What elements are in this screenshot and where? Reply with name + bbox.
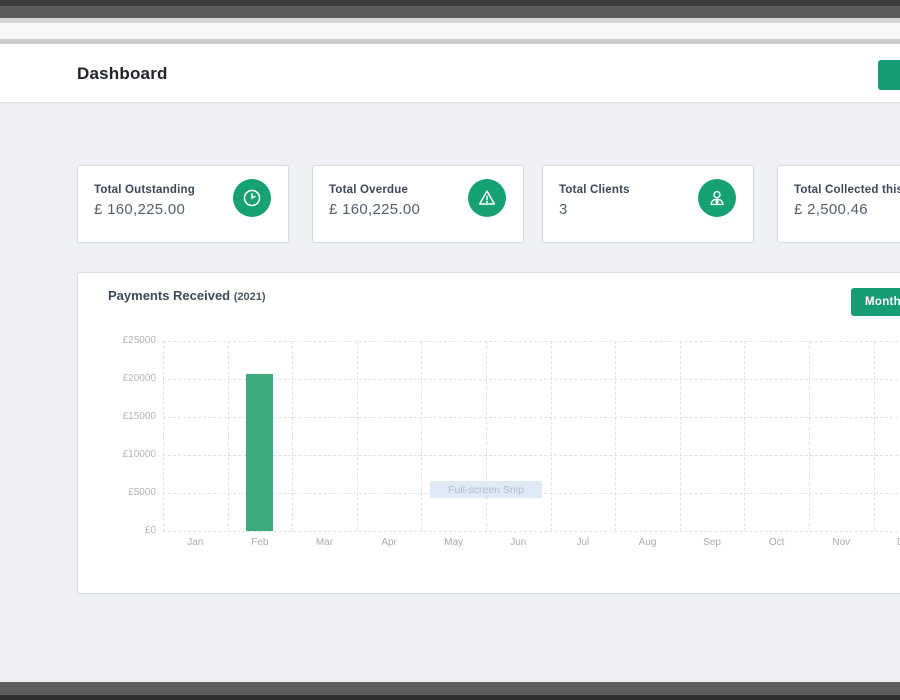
x-axis-month-label: Aug <box>618 537 678 548</box>
chart-subtitle: (2021) <box>234 291 266 303</box>
stat-card-total-clients: Total Clients 3 <box>542 165 754 243</box>
x-gridline <box>486 341 487 531</box>
x-axis-month-label: Apr <box>359 537 419 548</box>
x-axis-month-label: Jul <box>553 537 613 548</box>
x-gridline <box>292 341 293 531</box>
y-gridline <box>163 341 900 342</box>
y-gridline <box>163 531 900 532</box>
bar-feb[interactable] <box>246 374 273 531</box>
y-axis-tick-label: £10000 <box>104 449 156 460</box>
x-gridline <box>421 341 422 531</box>
x-axis-month-label: Nov <box>811 537 871 548</box>
x-gridline <box>615 341 616 531</box>
x-axis-month-label: Dec <box>876 537 900 548</box>
clock-icon <box>233 179 271 217</box>
chart-title-text: Payments Received <box>108 288 230 303</box>
period-monthly-button[interactable]: Monthly <box>851 288 900 316</box>
y-axis-tick-label: £20000 <box>104 373 156 384</box>
browser-toolbar <box>0 23 900 39</box>
taskbar <box>0 682 900 695</box>
stat-title: Total Outstanding <box>94 184 195 196</box>
x-gridline <box>228 341 229 531</box>
y-axis-tick-label: £5000 <box>104 487 156 498</box>
x-axis-month-label: Jun <box>488 537 548 548</box>
x-gridline <box>357 341 358 531</box>
x-axis-month-label: Sep <box>682 537 742 548</box>
x-gridline <box>809 341 810 531</box>
y-axis-tick-label: £15000 <box>104 411 156 422</box>
stat-title: Total Overdue <box>329 184 408 196</box>
x-gridline <box>551 341 552 531</box>
x-axis-month-label: May <box>424 537 484 548</box>
window-bottom-edge <box>0 695 900 700</box>
x-gridline <box>680 341 681 531</box>
header-action-button[interactable] <box>878 60 900 90</box>
warning-triangle-icon <box>468 179 506 217</box>
x-axis-month-label: Jan <box>165 537 225 548</box>
stat-card-total-outstanding: Total Outstanding £ 160,225.00 <box>77 165 289 243</box>
chart-title: Payments Received (2021) <box>108 288 266 303</box>
stat-value: £ 160,225.00 <box>329 201 420 218</box>
page-title: Dashboard <box>77 64 168 84</box>
y-axis-tick-label: £25000 <box>104 335 156 346</box>
page-header: Dashboard <box>0 44 900 103</box>
payments-chart-card: Payments Received (2021) Monthly £0£5000… <box>77 272 900 594</box>
client-person-icon <box>698 179 736 217</box>
x-axis-month-label: Mar <box>295 537 355 548</box>
y-gridline <box>163 455 900 456</box>
y-axis-tick-label: £0 <box>104 525 156 536</box>
x-gridline <box>163 341 164 531</box>
stat-value: £ 2,500.46 <box>794 201 868 218</box>
y-gridline <box>163 379 900 380</box>
x-gridline <box>874 341 875 531</box>
stat-card-total-collected: Total Collected this Y £ 2,500.46 <box>777 165 900 243</box>
stat-card-total-overdue: Total Overdue £ 160,225.00 <box>312 165 524 243</box>
x-axis-month-label: Feb <box>230 537 290 548</box>
x-axis-month-label: Oct <box>747 537 807 548</box>
window-title-bar <box>0 6 900 18</box>
y-gridline <box>163 417 900 418</box>
stat-value: £ 160,225.00 <box>94 201 185 218</box>
x-gridline <box>744 341 745 531</box>
bar-chart-plot-area: £0£5000£10000£15000£20000£25000JanFebMar… <box>163 341 900 531</box>
stat-title: Total Clients <box>559 184 630 196</box>
stat-value: 3 <box>559 201 568 218</box>
fullscreen-snip-watermark: Full-screen Snip <box>430 481 542 498</box>
stat-title: Total Collected this Y <box>794 184 900 196</box>
